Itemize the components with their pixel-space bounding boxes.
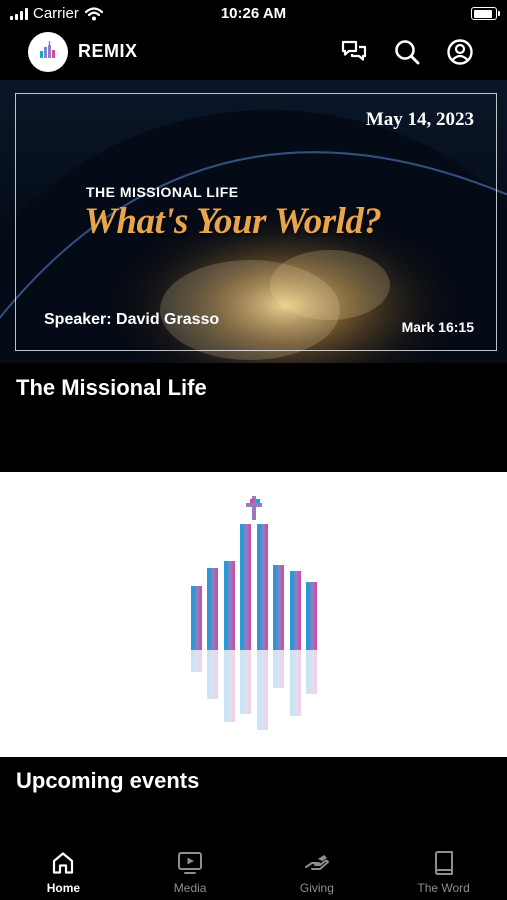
tab-label-home: Home: [46, 881, 81, 895]
sermon-date: May 14, 2023: [365, 109, 474, 130]
chat-icon[interactable]: [340, 38, 368, 66]
tab-label-giving: Giving: [299, 881, 334, 895]
tab-the-word[interactable]: The Word: [380, 840, 507, 900]
book-icon: [434, 851, 453, 875]
media-icon: [178, 852, 203, 874]
church-logo-icon: [40, 41, 55, 58]
tab-label-media: Media: [173, 881, 207, 895]
church-logo-mark: [191, 496, 317, 730]
events-title: Upcoming events: [16, 768, 200, 793]
bottom-tab-bar: Home Media Giving The Word: [0, 840, 507, 900]
battery-level: [473, 9, 492, 18]
church-logo-banner[interactable]: [0, 472, 507, 757]
status-time: 10:26 AM: [220, 5, 287, 22]
sermon-speaker: Speaker: David Grasso: [44, 311, 220, 328]
tab-home[interactable]: Home: [0, 840, 127, 900]
sermon-series-label: THE MISSIONAL LIFE: [86, 184, 239, 200]
status-bar: Carrier 10:26 AM: [0, 0, 507, 28]
series-title[interactable]: The Missional Life: [16, 375, 207, 401]
home-icon: [53, 852, 74, 874]
sermon-scripture: Mark 16:15: [401, 319, 474, 335]
tab-giving[interactable]: Giving: [254, 840, 381, 900]
sermon-hero-banner[interactable]: May 14, 2023 THE MISSIONAL LIFE What's Y…: [0, 80, 507, 363]
search-icon[interactable]: [393, 38, 421, 66]
app-title: REMIX: [78, 41, 138, 61]
sermon-headline: What's Your World?: [84, 201, 382, 242]
tab-label-the-word: The Word: [417, 881, 470, 895]
app-header: REMIX: [0, 28, 507, 80]
battery-icon: [471, 7, 500, 20]
profile-icon[interactable]: [446, 38, 474, 66]
tab-media[interactable]: Media: [127, 840, 254, 900]
app-logo[interactable]: [28, 32, 68, 72]
giving-icon: [304, 855, 329, 870]
